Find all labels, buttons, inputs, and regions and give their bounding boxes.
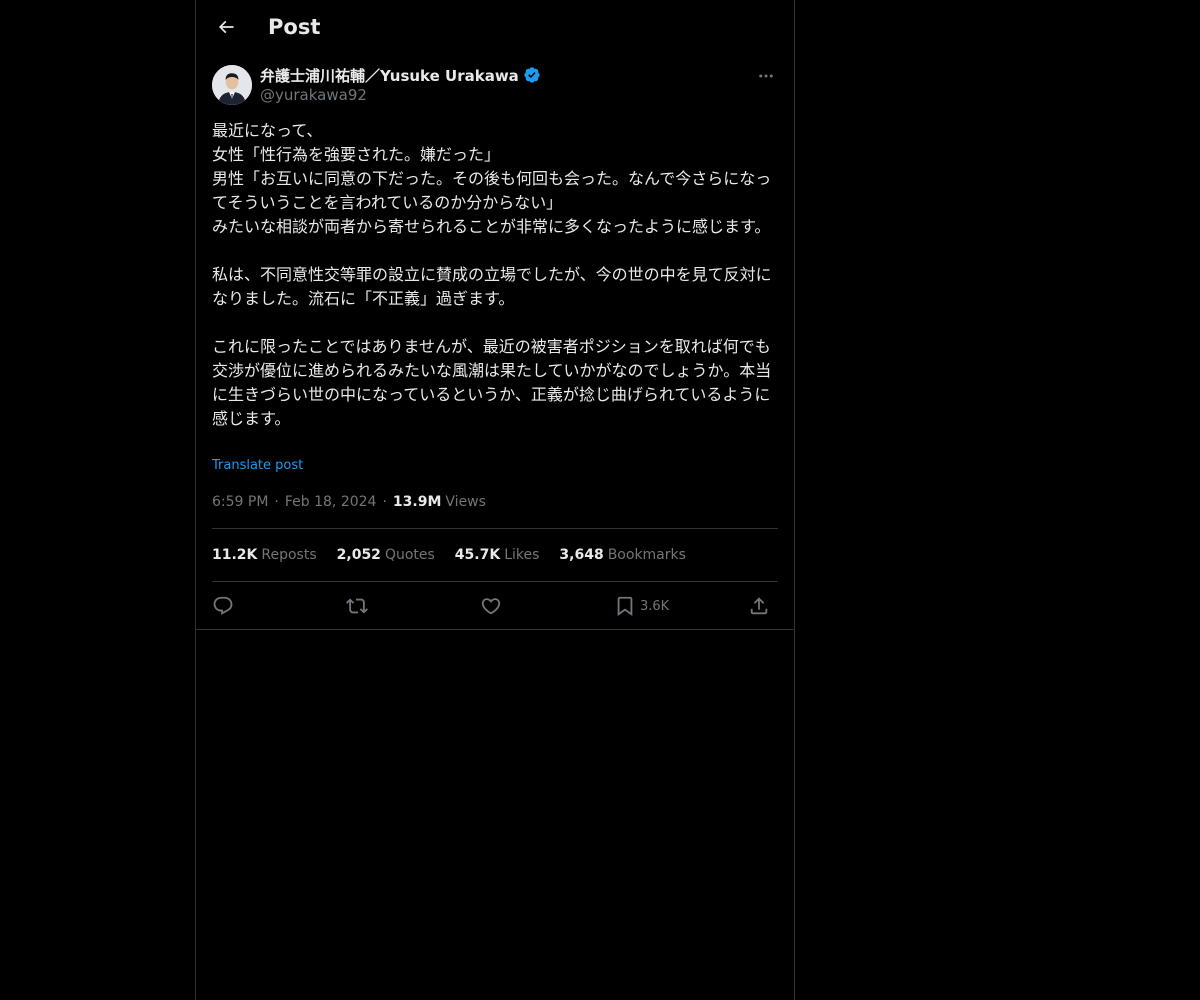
likes-label: Likes [504, 547, 540, 563]
likes-count: 45.7K [454, 547, 501, 563]
post-spacer [212, 311, 778, 335]
post-paragraph: 私は、不同意性交等罪の設立に賛成の立場でしたが、今の世の中を見て反対になりました… [212, 265, 772, 308]
post-stats: 11.2K Reposts 2,052 Quotes 45.7K Likes 3,64… [212, 545, 706, 565]
author-handle[interactable]: @yurakawa92 [260, 86, 367, 104]
divider [212, 528, 778, 529]
quotes-label: Quotes [384, 547, 435, 563]
heart-icon [481, 598, 501, 615]
back-button[interactable] [208, 9, 244, 45]
more-icon [759, 74, 773, 78]
avatar[interactable] [212, 65, 252, 105]
post-bottom-border [196, 629, 794, 630]
translate-post-link[interactable]: Translate post [212, 458, 303, 473]
post-text: 最近になって、 女性「性行為を強要された。嫌だった」 男性「お互いに同意の下だっ… [212, 119, 778, 431]
repost-button[interactable] [346, 590, 368, 622]
reply-icon [213, 596, 233, 615]
avatar-image [212, 65, 252, 105]
divider [212, 581, 778, 582]
reposts-count: 11.2K [212, 547, 258, 563]
author-name-row: 弁護士浦川祐輔／Yusuke Urakawa [260, 65, 541, 85]
bookmarks-stat[interactable]: 3,648 Bookmarks [559, 547, 686, 563]
post-header: Post [196, 0, 794, 54]
like-button[interactable] [480, 590, 502, 622]
reposts-stat[interactable]: 11.2K Reposts [212, 547, 317, 563]
post-spacer [212, 239, 778, 263]
post-author: 弁護士浦川祐輔／Yusuke Urakawa @yurakawa92 [212, 64, 778, 108]
bookmark-icon [617, 596, 633, 617]
bookmark-button[interactable]: 3.6K [614, 590, 669, 622]
repost-icon [346, 598, 368, 614]
more-options-button[interactable] [754, 64, 778, 88]
reposts-label: Reposts [261, 547, 317, 563]
bookmark-count: 3.6K [640, 598, 670, 614]
quotes-count: 2,052 [336, 547, 381, 563]
post-paragraph: これに限ったことではありませんが、最近の被害者ポジションを取れば何でも交渉が優位… [212, 337, 772, 428]
views-label: Views [445, 494, 486, 510]
share-button[interactable] [748, 590, 770, 622]
likes-stat[interactable]: 45.7K Likes [455, 547, 540, 563]
author-name[interactable]: 弁護士浦川祐輔／Yusuke Urakawa [260, 65, 519, 86]
post-column: Post 弁護士浦川祐輔／Yusuke Urakawa @yurakawa92 [195, 0, 795, 1000]
post-paragraph: 最近になって、 女性「性行為を強要された。嫌だった」 男性「お互いに同意の下だっ… [212, 121, 772, 236]
post-meta: 6:59 PM · Feb 18, 2024 · 13.9M Views [212, 492, 486, 512]
share-icon [750, 597, 768, 615]
page-title: Post [268, 15, 321, 39]
views-count: 13.9M [392, 494, 442, 510]
post-date[interactable]: Feb 18, 2024 [285, 494, 377, 510]
meta-separator: · [382, 494, 387, 510]
verified-badge-icon [524, 67, 540, 83]
bookmarks-count: 3,648 [559, 547, 604, 563]
meta-separator: · [274, 494, 279, 510]
post-actions: 3.6K [212, 590, 778, 622]
quotes-stat[interactable]: 2,052 Quotes [337, 547, 435, 563]
arrow-left-icon [218, 20, 234, 34]
post-time[interactable]: 6:59 PM [212, 494, 268, 510]
reply-button[interactable] [212, 590, 234, 622]
bookmarks-label: Bookmarks [607, 547, 686, 563]
